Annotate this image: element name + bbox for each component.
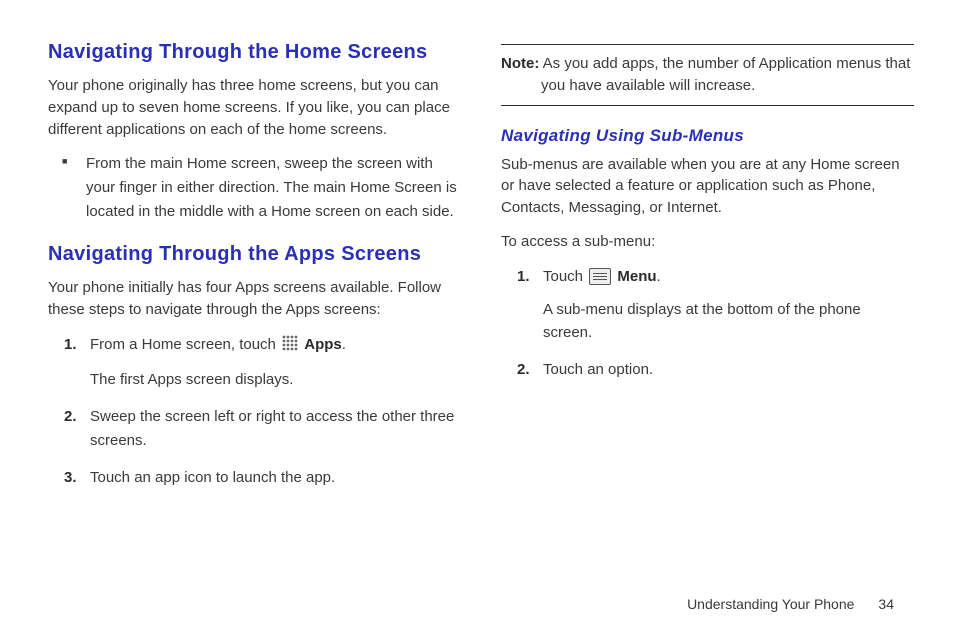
menu-icon — [589, 268, 611, 285]
step-2: 2. Touch an option. — [521, 358, 914, 381]
apps-label: Apps — [304, 336, 342, 353]
step-sub: A sub-menu displays at the bottom of the… — [543, 298, 914, 345]
divider-bottom — [501, 105, 914, 106]
step-number: 1. — [517, 265, 530, 288]
menu-label: Menu — [617, 268, 656, 285]
step-number: 1. — [64, 333, 77, 356]
step-text-a: Touch — [543, 268, 587, 285]
footer: Understanding Your Phone 34 — [0, 596, 954, 630]
steps-submenu: 1. Touch Menu. A sub-menu displays at th… — [501, 265, 914, 382]
step-number: 2. — [64, 405, 77, 428]
note-label: Note: — [501, 55, 539, 72]
footer-section: Understanding Your Phone — [687, 596, 854, 612]
para-apps-screens: Your phone initially has four Apps scree… — [48, 277, 461, 321]
para-sub-menus-1: Sub-menus are available when you are at … — [501, 154, 914, 219]
note-block: Note: As you add apps, the number of App… — [501, 53, 914, 97]
steps-apps: 1. From a Home screen, touch Apps. The f… — [48, 333, 461, 489]
divider-top — [501, 44, 914, 45]
heading-home-screens: Navigating Through the Home Screens — [48, 40, 461, 65]
step-3: 3. Touch an app icon to launch the app. — [68, 466, 461, 489]
page-body: Navigating Through the Home Screens Your… — [0, 0, 954, 596]
page-number: 34 — [878, 596, 894, 612]
step-text: Sweep the screen left or right to access… — [90, 408, 454, 448]
right-column: Note: As you add apps, the number of App… — [501, 40, 914, 586]
step-text-a: From a Home screen, touch — [90, 336, 280, 353]
heading-apps-screens: Navigating Through the Apps Screens — [48, 242, 461, 267]
step-sub: The first Apps screen displays. — [90, 368, 461, 391]
note-text: As you add apps, the number of Applicati… — [539, 55, 910, 94]
step-text: Touch an option. — [543, 361, 653, 378]
para-home-screens: Your phone originally has three home scr… — [48, 75, 461, 140]
apps-grid-icon — [282, 335, 298, 358]
left-column: Navigating Through the Home Screens Your… — [48, 40, 461, 586]
step-1: 1. Touch Menu. A sub-menu displays at th… — [521, 265, 914, 345]
step-1: 1. From a Home screen, touch Apps. The f… — [68, 333, 461, 392]
bullet-list-home: From the main Home screen, sweep the scr… — [48, 152, 461, 224]
step-number: 3. — [64, 466, 77, 489]
step-number: 2. — [517, 358, 530, 381]
step-text-c: . — [657, 268, 661, 285]
step-text: Touch an app icon to launch the app. — [90, 469, 335, 486]
bullet-item: From the main Home screen, sweep the scr… — [68, 152, 461, 224]
step-2: 2. Sweep the screen left or right to acc… — [68, 405, 461, 452]
step-text-c: . — [342, 336, 346, 353]
heading-sub-menus: Navigating Using Sub-Menus — [501, 126, 914, 146]
para-sub-menus-2: To access a sub-menu: — [501, 231, 914, 253]
